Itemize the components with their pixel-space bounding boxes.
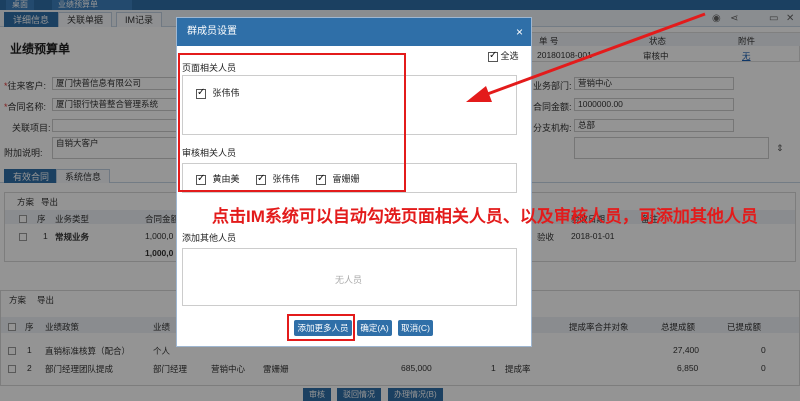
other-section-title: 添加其他人员 bbox=[182, 233, 237, 243]
highlight-people-box bbox=[178, 53, 406, 192]
ok-button[interactable]: 确定(A) bbox=[357, 320, 392, 336]
cancel-button[interactable]: 取消(C) bbox=[398, 320, 433, 336]
highlight-add-button bbox=[287, 314, 355, 341]
dialog-title: 群成员设置 bbox=[187, 26, 237, 37]
annotation-text: 点击IM系统可以自动勾选页面相关人员、以及审核人员，可添加其他人员 bbox=[212, 207, 758, 226]
annotation-arrow bbox=[466, 12, 706, 102]
other-people-box[interactable]: 无人员 bbox=[182, 248, 517, 306]
no-person-placeholder: 无人员 bbox=[335, 275, 363, 285]
